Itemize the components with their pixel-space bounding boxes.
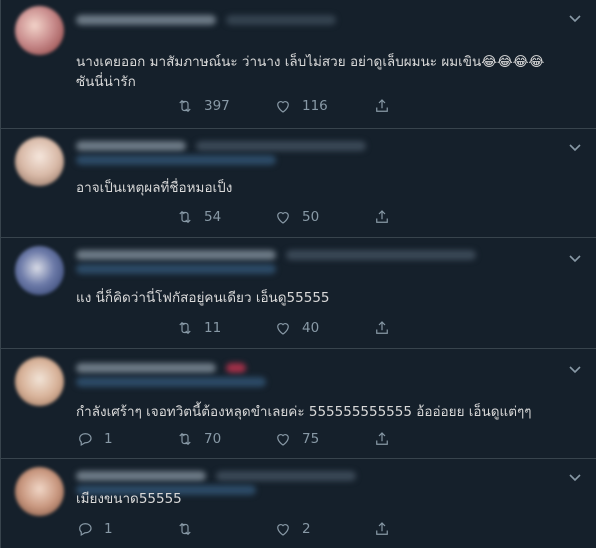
avatar[interactable] (15, 467, 64, 516)
tweet[interactable]: กำลังเศร้าๆ เจอทวิตนี้ต้องหลุดขำเลยค่ะ 5… (1, 349, 596, 459)
handle-timestamp (286, 250, 476, 260)
retweet-button[interactable]: 397 (176, 96, 230, 116)
avatar[interactable] (15, 137, 64, 186)
display-name[interactable] (76, 15, 216, 25)
display-name[interactable] (76, 363, 216, 373)
retweet-icon (179, 432, 191, 446)
retweet-count: 54 (204, 209, 222, 225)
avatar[interactable] (15, 246, 64, 295)
like-button[interactable]: 40 (274, 318, 319, 338)
retweet-icon (179, 210, 191, 224)
reply-count: 1 (104, 431, 113, 447)
chevron-down-icon[interactable] (567, 361, 583, 377)
like-count: 50 (302, 209, 320, 225)
tweet-text-line: ซันนี่น่ารัก (76, 74, 136, 90)
display-name[interactable] (76, 471, 206, 481)
tweet-header[interactable] (76, 467, 496, 495)
avatar[interactable] (15, 357, 64, 406)
reply-context (76, 377, 266, 387)
tweet-header[interactable] (76, 139, 496, 165)
retweet-icon (179, 99, 191, 113)
retweet-button[interactable]: 11 (176, 318, 221, 338)
retweet-count: 70 (204, 431, 222, 447)
share-icon (376, 99, 388, 112)
retweet-icon (179, 321, 191, 335)
reply-icon (79, 433, 92, 447)
like-count: 2 (302, 521, 311, 537)
share-icon (376, 432, 388, 445)
reply-icon (79, 523, 92, 537)
reply-button[interactable]: 1 (76, 519, 113, 539)
like-icon (277, 434, 289, 446)
action-bar: 397 116 (76, 96, 416, 116)
tweet[interactable]: แง นี่ก็คิดว่านี่โฟกัสอยู่คนเดียว เอ็นดู… (1, 238, 596, 349)
tweet-header[interactable] (76, 10, 496, 32)
chevron-down-icon[interactable] (567, 10, 583, 26)
reply-count: 1 (104, 521, 113, 537)
like-button[interactable]: 116 (274, 96, 328, 116)
retweet-button[interactable]: 54 (176, 207, 221, 227)
share-icon (376, 210, 388, 223)
action-bar: 54 50 (76, 207, 416, 227)
share-button[interactable] (373, 429, 391, 449)
display-name[interactable] (76, 141, 186, 151)
share-button[interactable] (373, 318, 391, 338)
handle-timestamp (226, 363, 246, 373)
tweet[interactable]: นางเคยออก มาสัมภาษณ์นะ ว่านาง เล็บไม่สวย… (1, 0, 596, 129)
like-count: 116 (302, 98, 328, 114)
like-count: 40 (302, 320, 320, 336)
reply-context (76, 155, 276, 165)
handle-timestamp (196, 141, 366, 151)
retweet-button[interactable] (176, 519, 194, 539)
share-icon (376, 321, 388, 334)
chevron-down-icon[interactable] (567, 469, 583, 485)
handle-timestamp (226, 15, 336, 25)
reply-feed: นางเคยออก มาสัมภาษณ์นะ ว่านาง เล็บไม่สวย… (0, 0, 596, 548)
like-icon (277, 524, 289, 536)
like-count: 75 (302, 431, 320, 447)
retweet-icon (179, 522, 191, 536)
like-icon (277, 212, 289, 224)
tweet-text-line: เมียงขนาด55555 (76, 491, 182, 507)
like-button[interactable]: 75 (274, 429, 319, 449)
retweet-count: 11 (204, 320, 222, 336)
tweet-text-line: นางเคยออก มาสัมภาษณ์นะ ว่านาง เล็บไม่สวย… (76, 54, 545, 70)
reply-context (76, 264, 276, 274)
action-bar: 1 2 (76, 519, 416, 539)
share-icon (376, 522, 388, 535)
display-name[interactable] (76, 250, 276, 260)
tweet[interactable]: เมียงขนาด55555 1 2 (1, 459, 596, 548)
like-icon (277, 101, 289, 113)
reply-button[interactable]: 1 (76, 429, 113, 449)
retweet-count: 397 (204, 98, 230, 114)
share-button[interactable] (373, 519, 391, 539)
tweet-text: แง นี่ก็คิดว่านี่โฟกัสอยู่คนเดียว เอ็นดู… (76, 288, 330, 308)
tweet-text-line: อาจเป็นเหตุผลที่ชื่อหมอเป็ง (76, 180, 233, 196)
handle-timestamp (216, 471, 356, 481)
action-bar: 1 70 75 (76, 429, 416, 449)
like-button[interactable]: 50 (274, 207, 319, 227)
tweet-text: กำลังเศร้าๆ เจอทวิตนี้ต้องหลุดขำเลยค่ะ 5… (76, 402, 531, 422)
tweet-text: อาจเป็นเหตุผลที่ชื่อหมอเป็ง (76, 178, 232, 198)
tweet-header[interactable] (76, 248, 496, 274)
chevron-down-icon[interactable] (567, 139, 583, 155)
action-bar: 11 40 (76, 318, 416, 338)
share-button[interactable] (373, 96, 391, 116)
tweet-text-line: แง นี่ก็คิดว่านี่โฟกัสอยู่คนเดียว เอ็นดู… (76, 290, 330, 306)
share-button[interactable] (373, 207, 391, 227)
retweet-button[interactable]: 70 (176, 429, 221, 449)
tweet-text-line: กำลังเศร้าๆ เจอทวิตนี้ต้องหลุดขำเลยค่ะ 5… (76, 404, 532, 420)
chevron-down-icon[interactable] (567, 250, 583, 266)
avatar[interactable] (15, 6, 64, 55)
like-icon (277, 323, 289, 335)
tweet-text: เมียงขนาด55555 (76, 489, 182, 509)
tweet-text: นางเคยออก มาสัมภาษณ์นะ ว่านาง เล็บไม่สวย… (76, 52, 544, 92)
tweet[interactable]: อาจเป็นเหตุผลที่ชื่อหมอเป็ง 54 50 (1, 129, 596, 238)
tweet-header[interactable] (76, 359, 496, 387)
like-button[interactable]: 2 (274, 519, 311, 539)
